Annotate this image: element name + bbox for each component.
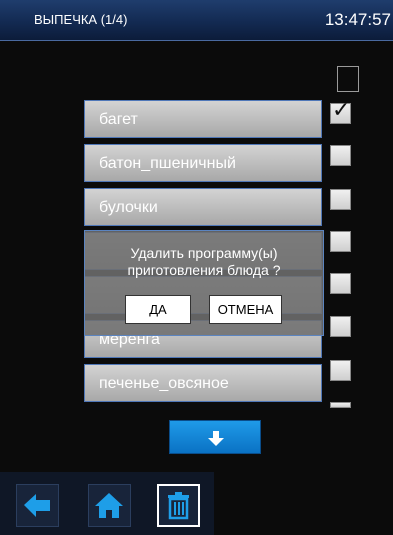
dialog-message-line: приготовления блюда ? [127,262,281,278]
item-checkbox[interactable] [330,273,351,294]
item-checkbox[interactable] [330,360,351,381]
list-item-label: батон_пшеничный [99,155,236,172]
delete-button[interactable] [157,484,200,527]
item-checkbox[interactable] [330,231,351,252]
item-checkbox[interactable] [330,189,351,210]
arrow-left-icon [24,494,50,517]
select-all-checkbox[interactable] [337,66,359,92]
cancel-button[interactable]: ОТМЕНА [209,295,282,324]
yes-button[interactable]: ДА [125,295,191,324]
bottom-toolbar [0,472,214,535]
clock: 13:47:57 [324,10,391,29]
list-item[interactable]: багет [84,100,322,138]
scroll-down-button[interactable] [169,420,261,454]
item-checkbox[interactable]: ✓ [330,99,351,124]
dialog-message: Удалить программу(ы) приготовления блюда… [85,245,323,279]
list-item-label: печенье_овсяное [99,375,229,392]
home-button[interactable] [88,484,131,527]
title-bar: ВЫПЕЧКА (1/4) 13:47:57 [0,0,393,41]
list-item[interactable]: печенье_овсяное [84,364,322,402]
list-item-label: булочки [99,199,158,216]
dialog-message-line: Удалить программу(ы) [130,245,278,261]
list-item[interactable]: булочки [84,188,322,226]
checkmark-icon: ✓ [332,97,351,122]
list-item-label: багет [99,111,138,128]
back-button[interactable] [16,484,59,527]
home-icon [95,493,123,518]
confirm-delete-dialog: Удалить программу(ы) приготовления блюда… [84,230,324,336]
trash-icon [168,492,189,520]
item-checkbox[interactable] [330,145,351,166]
page-title: ВЫПЕЧКА (1/4) [34,12,128,27]
list-item[interactable]: батон_пшеничный [84,144,322,182]
item-checkbox[interactable] [330,402,351,408]
arrow-down-icon [208,431,224,446]
item-checkbox[interactable] [330,316,351,337]
